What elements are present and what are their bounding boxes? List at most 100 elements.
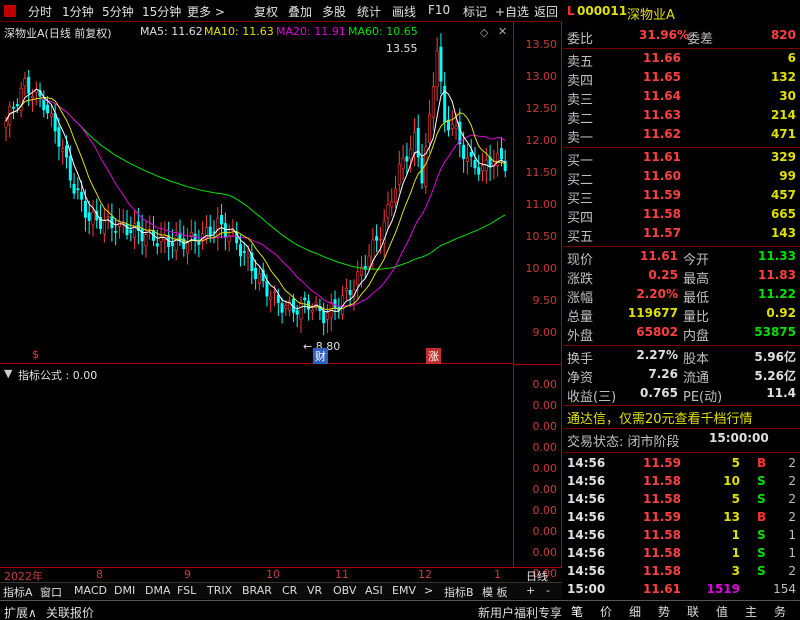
fuquan-button[interactable]: 复权 [254,3,278,20]
candle-body [242,251,246,254]
candle-body [303,297,307,301]
add-favorite-button[interactable]: +自选 [495,3,529,20]
candle-body [155,243,159,247]
tab-15min[interactable]: 15分钟 [142,3,181,20]
ask-row[interactable]: 卖二 11.63 214 [563,108,800,127]
candle-body [174,235,178,251]
candle-body [80,191,84,200]
tab-asi[interactable]: ASI [365,584,383,597]
tab-main[interactable]: 主 [745,603,757,620]
tick-volume: 3 [731,564,740,578]
f10-button[interactable]: F10 [428,3,450,17]
candle-body [386,204,390,218]
tick-volume: 5 [731,456,740,470]
stats2-row: 换手 2.27% 股本 5.96亿 [567,348,796,367]
tab-fsl[interactable]: FSL [177,584,196,597]
bid-row[interactable]: 买二 11.60 99 [563,169,800,188]
expand-button[interactable]: 扩展∧ [4,604,37,620]
ind-tick: 0.00 [532,525,558,538]
add-window-button[interactable]: + [526,584,535,597]
rise-marker[interactable]: 涨 [426,348,441,364]
stats-row: 总量 119677 量比 0.92 [567,306,796,325]
candle-body [106,216,110,218]
candle-body [428,113,432,143]
tab-emv[interactable]: EMV [392,584,416,597]
stats-button[interactable]: 统计 [357,3,381,20]
ask-row[interactable]: 卖五 11.66 6 [563,51,800,70]
tab-more[interactable]: 更多 > [187,3,225,20]
tab-business[interactable]: 务 [774,603,786,620]
tab-related[interactable]: 联 [687,603,699,620]
tab-detail[interactable]: 细 [629,603,641,620]
candle-body [325,312,329,320]
tab-fenshi[interactable]: 分时 [28,3,52,20]
ask-row[interactable]: 卖一 11.62 471 [563,127,800,146]
bid-row[interactable]: 买四 11.58 665 [563,207,800,226]
tab-5min[interactable]: 5分钟 [102,3,134,20]
price-tick: 12.00 [525,134,558,147]
tab-brar[interactable]: BRAR [242,584,272,597]
candle-body [140,228,144,242]
tab-template[interactable]: 模 板 [482,584,508,600]
tick-price: 11.59 [643,510,681,524]
tick-volume: 1 [731,546,740,560]
candle-body [129,230,133,233]
tick-price: 11.58 [643,564,681,578]
tab-indicator-a[interactable]: 指标A [3,584,33,600]
ind-tick: 0.00 [532,378,558,391]
multi-stock-button[interactable]: 多股 [322,3,346,20]
candle-body [397,163,401,185]
candle-body [265,280,269,297]
remove-window-button[interactable]: - [546,584,550,597]
tab-obv[interactable]: OBV [333,584,356,597]
tab-indicator-b[interactable]: 指标B [444,584,474,600]
mark-button[interactable]: 标记 [463,3,487,20]
tab-dma[interactable]: DMA [145,584,171,597]
tab-1min[interactable]: 1分钟 [62,3,94,20]
candle-body [405,156,409,162]
menu-icon[interactable] [4,5,16,17]
tab-trades[interactable]: 笔 [571,603,583,620]
overlay-button[interactable]: 叠加 [288,3,312,20]
indicator-panel[interactable]: ▼ 指标公式 : 0.00 [0,365,514,567]
tick-volume: 13 [723,510,740,524]
chevron-down-icon[interactable]: ▼ [4,367,12,380]
promo-link[interactable]: 通达信，仅需20元查看千档行情 [563,408,800,428]
kline-chart-panel[interactable]: 深物业A(日线 前复权) MA5: 11.62 MA10: 11.63 MA20… [0,22,514,364]
tick-row: 15:00 11.61 1519 154 [563,582,800,600]
tick-price: 11.61 [643,582,681,596]
candle-body [412,131,416,155]
draw-line-button[interactable]: 画线 [392,3,416,20]
tab-cr[interactable]: CR [282,584,297,597]
related-quote-button[interactable]: 关联报价 [46,604,94,620]
candle-body [246,253,250,258]
back-button[interactable]: 返回 [534,3,558,20]
ask-row[interactable]: 卖三 11.64 30 [563,89,800,108]
bid-row[interactable]: 买三 11.59 457 [563,188,800,207]
tick-side: S [757,546,766,560]
candle-body [49,113,53,118]
tab-dmi[interactable]: DMI [114,584,135,597]
indicator-title: 指标公式 : 0.00 [18,369,98,382]
finance-marker[interactable]: 财 [313,348,328,364]
tab-macd[interactable]: MACD [74,584,107,597]
ask-row[interactable]: 卖四 11.65 132 [563,70,800,89]
tick-price: 11.59 [643,456,681,470]
dividend-marker[interactable]: $ [32,348,39,361]
candle-body [299,301,303,320]
tab-vr[interactable]: VR [307,584,322,597]
tab-trend[interactable]: 势 [658,603,670,620]
tab-value[interactable]: 值 [716,603,728,620]
tab-trix[interactable]: TRIX [207,584,232,597]
tab-next-arrow[interactable]: > [424,584,433,597]
ind-tick: 0.00 [532,462,558,475]
tick-count: 2 [788,456,796,470]
tab-window[interactable]: 窗口 [40,584,62,600]
tab-price[interactable]: 价 [600,603,612,620]
bid-row[interactable]: 买一 11.61 329 [563,150,800,169]
bid-row[interactable]: 买五 11.57 143 [563,226,800,245]
new-user-benefit-link[interactable]: 新用户福利专享 [478,604,562,620]
tick-time: 14:56 [567,456,606,470]
candle-body [499,148,503,160]
candle-body [371,239,375,262]
